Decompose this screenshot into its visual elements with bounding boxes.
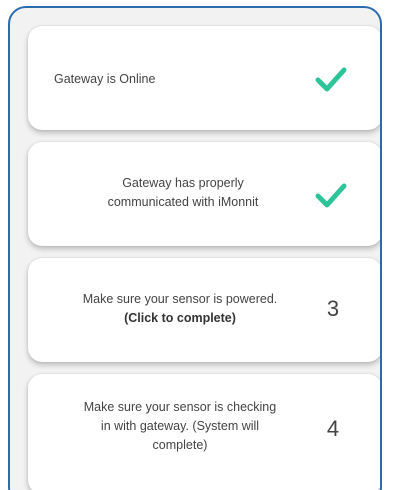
step-label: Make sure your sensor is powered. (Click… [50,290,310,328]
step-number: 4 [326,416,340,441]
step-label: Gateway has properly communicated with i… [68,174,298,212]
step-label-line: Make sure your sensor is powered. [82,292,278,306]
step-label: Gateway is Online [54,72,156,86]
step-label-line: Gateway has properly [122,176,244,190]
step-card-sensor-powered[interactable]: Make sure your sensor is powered. (Click… [28,258,380,362]
check-icon [315,67,347,92]
step-number: 3 [326,296,340,321]
step-label-line: complete) [152,438,208,452]
step-action-hint: (Click to complete) [124,311,236,325]
step-card-gateway-online[interactable]: Gateway is Online [28,26,380,130]
step-card-sensor-checking-in[interactable]: Make sure your sensor is checking in wit… [28,374,380,490]
checklist-panel: Gateway is Online Gateway has properly c… [8,6,382,490]
step-label: Make sure your sensor is checking in wit… [50,398,310,455]
check-icon [315,183,347,208]
step-card-gateway-communicated[interactable]: Gateway has properly communicated with i… [28,142,380,246]
step-label-line: communicated with iMonnit [107,195,259,209]
step-label-line: Make sure your sensor is checking [83,400,277,414]
step-label-line: in with gateway. (System will [100,419,260,433]
